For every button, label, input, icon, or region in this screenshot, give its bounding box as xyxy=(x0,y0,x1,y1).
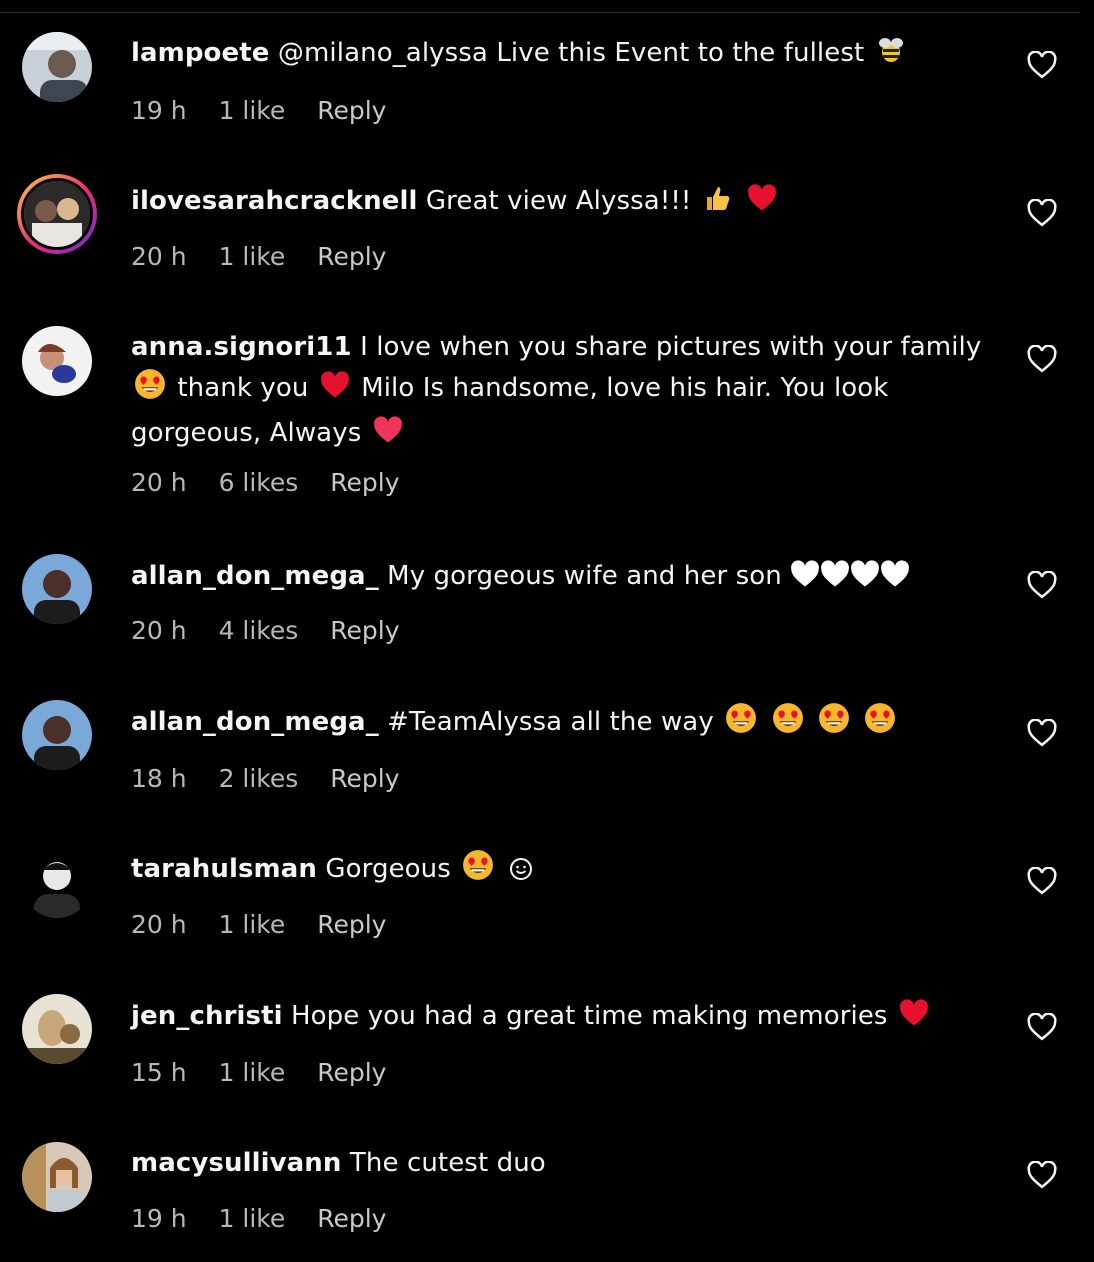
username[interactable]: ilovesarahcracknell xyxy=(131,186,418,216)
timestamp: 19 h xyxy=(131,1204,187,1233)
like-count[interactable]: 1 like xyxy=(219,96,286,125)
comment-text: allan_don_mega_ My gorgeous wife and her… xyxy=(131,556,991,601)
like-count[interactable]: 1 like xyxy=(219,910,286,939)
avatar[interactable] xyxy=(22,32,92,102)
comment-text: lampoete @milano_alyssa Live this Event … xyxy=(131,33,991,78)
reply-button[interactable]: Reply xyxy=(330,468,399,497)
comment-text: jen_christi Hope you had a great time ma… xyxy=(131,996,991,1041)
timestamp: 20 h xyxy=(131,468,187,497)
red-heart-emoji xyxy=(899,998,929,1041)
username[interactable]: macysullivann xyxy=(131,1148,342,1178)
like-heart-icon[interactable] xyxy=(1027,1161,1057,1189)
reply-button[interactable]: Reply xyxy=(330,764,399,793)
username[interactable]: jen_christi xyxy=(131,1001,283,1031)
avatar[interactable] xyxy=(22,554,92,624)
red-heart-emoji xyxy=(320,370,350,413)
avatar[interactable] xyxy=(22,700,92,770)
comment-body: Hope you had a great time making memorie… xyxy=(291,1001,888,1031)
timestamp: 20 h xyxy=(131,910,187,939)
like-heart-icon[interactable] xyxy=(1027,1013,1057,1041)
comment-body: gorgeous, Always xyxy=(131,418,362,448)
comment-body: #TeamAlyssa all the way xyxy=(387,707,714,737)
comment-body: Gorgeous xyxy=(325,854,451,884)
heart-eyes-emoji xyxy=(134,368,166,413)
avatar[interactable] xyxy=(22,994,92,1064)
comment-meta: 15 h 1 like Reply xyxy=(131,1058,410,1087)
comment-body: My gorgeous wife and her son xyxy=(387,561,782,591)
comment-text: tarahulsman Gorgeous xyxy=(131,849,991,894)
username[interactable]: allan_don_mega_ xyxy=(131,561,379,591)
comment-meta: 18 h 2 likes Reply xyxy=(131,764,424,793)
reply-button[interactable]: Reply xyxy=(317,910,386,939)
reply-button[interactable]: Reply xyxy=(317,242,386,271)
avatar-story-ring[interactable] xyxy=(13,170,101,258)
comment-text: ilovesarahcracknell Great view Alyssa!!! xyxy=(131,181,991,226)
heart-eyes-emoji xyxy=(462,849,494,894)
thumbs-up-emoji xyxy=(703,183,733,226)
comment-meta: 20 h 6 likes Reply xyxy=(131,468,424,497)
username[interactable]: lampoete xyxy=(131,38,270,68)
heart-eyes-emoji xyxy=(725,702,757,747)
avatar[interactable] xyxy=(22,1142,92,1212)
like-count[interactable]: 2 likes xyxy=(219,764,299,793)
timestamp: 20 h xyxy=(131,616,187,645)
username[interactable]: allan_don_mega_ xyxy=(131,707,379,737)
comment-meta: 19 h 1 like Reply xyxy=(131,96,410,125)
top-divider xyxy=(0,12,1080,13)
like-heart-icon[interactable] xyxy=(1027,719,1057,747)
like-heart-icon[interactable] xyxy=(1027,867,1057,895)
reply-button[interactable]: Reply xyxy=(317,1204,386,1233)
like-count[interactable]: 1 like xyxy=(219,242,286,271)
comment-meta: 19 h 1 like Reply xyxy=(131,1204,410,1233)
like-count[interactable]: 1 like xyxy=(219,1204,286,1233)
comment-meta: 20 h 1 like Reply xyxy=(131,910,410,939)
comment-body: The cutest duo xyxy=(349,1148,546,1178)
comment-body: Great view Alyssa!!! xyxy=(425,186,692,216)
comment-text: anna.signori11 I love when you share pic… xyxy=(131,327,991,458)
white-heart-emoji xyxy=(850,560,880,601)
comment-body: thank you xyxy=(177,373,309,403)
comment-meta: 20 h 4 likes Reply xyxy=(131,616,424,645)
white-heart-emoji xyxy=(790,560,820,601)
avatar[interactable] xyxy=(22,848,92,918)
username[interactable]: tarahulsman xyxy=(131,854,317,884)
avatar[interactable] xyxy=(22,326,92,396)
comment-text: macysullivann The cutest duo xyxy=(131,1143,991,1184)
comment-text: allan_don_mega_ #TeamAlyssa all the way xyxy=(131,702,991,747)
comment-body: I love when you share pictures with your… xyxy=(360,332,982,362)
timestamp: 19 h xyxy=(131,96,187,125)
heart-emoji xyxy=(373,415,403,458)
bee-emoji xyxy=(876,35,906,78)
like-heart-icon[interactable] xyxy=(1027,571,1057,599)
like-count[interactable]: 4 likes xyxy=(219,616,299,645)
heart-eyes-emoji xyxy=(772,702,804,747)
avatar xyxy=(21,178,93,250)
comment-body: Milo Is handsome, love his hair. You loo… xyxy=(361,373,889,403)
heart-eyes-emoji xyxy=(818,702,850,747)
like-heart-icon[interactable] xyxy=(1027,199,1057,227)
timestamp: 20 h xyxy=(131,242,187,271)
heart-eyes-emoji xyxy=(864,702,896,747)
smile-emoji xyxy=(509,853,533,894)
username[interactable]: anna.signori11 xyxy=(131,332,352,362)
like-heart-icon[interactable] xyxy=(1027,51,1057,79)
comment-body: @milano_alyssa Live this Event to the fu… xyxy=(277,38,865,68)
white-heart-emoji xyxy=(880,560,910,601)
timestamp: 18 h xyxy=(131,764,187,793)
reply-button[interactable]: Reply xyxy=(317,1058,386,1087)
white-heart-emoji xyxy=(820,560,850,601)
timestamp: 15 h xyxy=(131,1058,187,1087)
reply-button[interactable]: Reply xyxy=(317,96,386,125)
like-heart-icon[interactable] xyxy=(1027,345,1057,373)
reply-button[interactable]: Reply xyxy=(330,616,399,645)
comment-meta: 20 h 1 like Reply xyxy=(131,242,410,271)
red-heart-emoji xyxy=(747,183,777,226)
like-count[interactable]: 6 likes xyxy=(219,468,299,497)
like-count[interactable]: 1 like xyxy=(219,1058,286,1087)
